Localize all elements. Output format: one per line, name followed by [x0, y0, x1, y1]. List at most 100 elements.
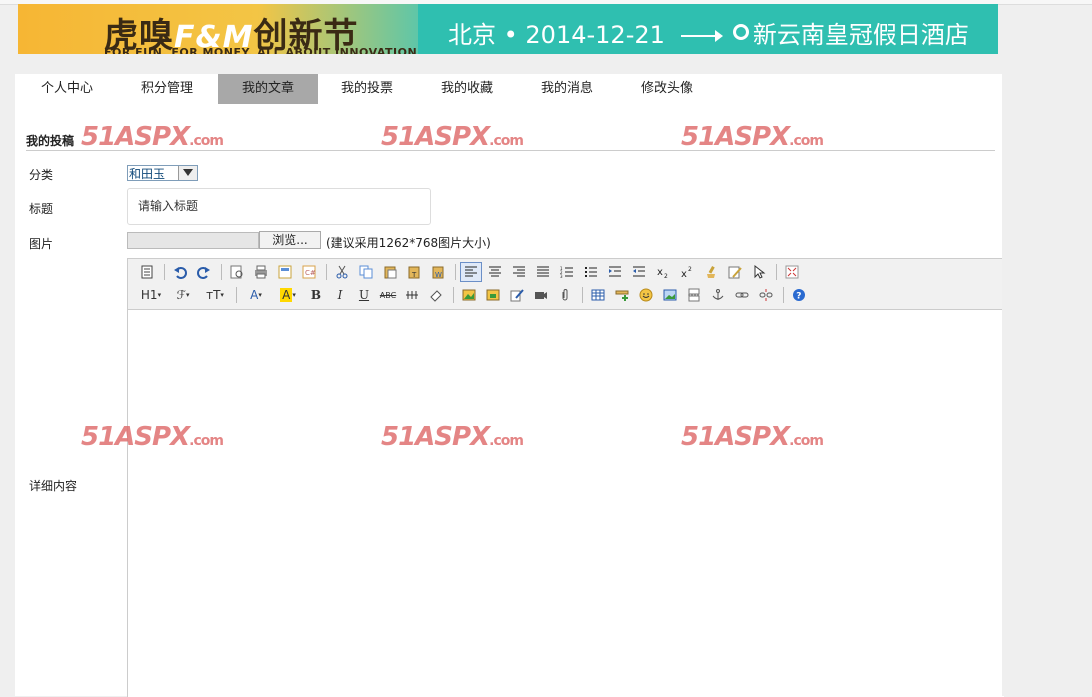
paste-word-icon[interactable]: W	[427, 262, 449, 282]
banner-city-date: 北京 • 2014-12-21	[448, 21, 665, 49]
select-all-icon[interactable]	[748, 262, 770, 282]
insert-row-icon[interactable]	[611, 285, 633, 305]
help-icon[interactable]: ?	[788, 285, 810, 305]
justify-icon[interactable]	[532, 262, 554, 282]
eraser-icon[interactable]	[425, 285, 447, 305]
image-label: 图片	[29, 237, 54, 251]
watermark-logo: 51ASPX.com	[381, 422, 524, 452]
align-left-icon[interactable]	[460, 262, 482, 282]
watermark-text: 51ASPX	[381, 122, 490, 152]
align-right-icon[interactable]	[508, 262, 530, 282]
scrawl-icon[interactable]	[506, 285, 528, 305]
insert-table-row-icon[interactable]	[482, 285, 504, 305]
font-family-label: ℱ	[176, 288, 186, 302]
horizontal-rule-icon[interactable]	[401, 285, 423, 305]
clear-format-icon[interactable]	[700, 262, 722, 282]
watermark-logo: 51ASPX.com	[81, 122, 224, 152]
watermark-text: 51ASPX	[381, 422, 490, 452]
caret-down-icon: ▾	[220, 291, 224, 299]
emotion-icon[interactable]	[635, 285, 657, 305]
source-icon[interactable]	[136, 262, 158, 282]
print-icon[interactable]	[250, 262, 272, 282]
attachment-icon[interactable]	[554, 285, 576, 305]
subscript-icon[interactable]: x2	[652, 262, 674, 282]
paste-text-icon[interactable]: T	[403, 262, 425, 282]
insert-video-icon[interactable]	[530, 285, 552, 305]
caret-down-icon: ▾	[157, 291, 162, 299]
banner-venue: 新云南皇冠假日酒店	[752, 21, 969, 49]
font-family-dropdown[interactable]: ℱ ▾	[168, 285, 198, 305]
chevron-down-icon[interactable]	[178, 166, 197, 180]
bold-button[interactable]: B	[305, 285, 327, 305]
svg-text:?: ?	[796, 292, 801, 302]
template-icon[interactable]	[274, 262, 296, 282]
font-size-dropdown[interactable]: тT ▾	[200, 285, 230, 305]
font-color-button[interactable]: A ▾	[241, 285, 271, 305]
fullscreen-icon[interactable]	[781, 262, 803, 282]
browse-button[interactable]: 浏览...	[259, 231, 321, 249]
undo-icon[interactable]	[169, 262, 191, 282]
tab-personal-center[interactable]: 个人中心	[17, 74, 117, 104]
underline-button[interactable]: U	[353, 285, 375, 305]
editor-body[interactable]	[128, 310, 1003, 697]
italic-button[interactable]: I	[329, 285, 351, 305]
cut-icon[interactable]	[331, 262, 353, 282]
insert-picture-icon[interactable]	[659, 285, 681, 305]
toolbar-separator	[236, 287, 237, 303]
indent-icon[interactable]	[604, 262, 626, 282]
caret-down-icon: ▾	[258, 291, 262, 299]
anchor-icon[interactable]	[707, 285, 729, 305]
ordered-list-icon[interactable]: 123	[556, 262, 578, 282]
svg-text:T: T	[411, 271, 417, 279]
outdent-icon[interactable]	[628, 262, 650, 282]
page-break-icon[interactable]	[683, 285, 705, 305]
file-path-field[interactable]	[127, 232, 259, 249]
strikethrough-button[interactable]: ABC	[377, 285, 399, 305]
rich-text-editor[interactable]: C# T W 123 x2 x2 H1 ▾ ℱ ▾ тT ▾ A ▾ A ▾ B…	[127, 258, 1004, 697]
category-select[interactable]: 和田玉	[127, 165, 198, 181]
heading-label: H1	[140, 288, 158, 302]
caret-down-icon: ▾	[185, 291, 190, 299]
font-color-label: A	[250, 288, 259, 302]
toolbar-separator	[783, 287, 784, 303]
toolbar-separator	[164, 264, 165, 280]
tab-my-favorites[interactable]: 我的收藏	[417, 74, 517, 104]
quick-format-icon[interactable]	[724, 262, 746, 282]
paste-icon[interactable]	[379, 262, 401, 282]
title-input[interactable]: 请输入标题	[127, 188, 431, 225]
redo-icon[interactable]	[193, 262, 215, 282]
svg-text:2: 2	[664, 273, 668, 279]
watermark-text: 51ASPX	[81, 422, 190, 452]
toolbar-row-2: H1 ▾ ℱ ▾ тT ▾ A ▾ A ▾ B I U ABC ?	[136, 284, 812, 306]
highlight-color-button[interactable]: A ▾	[273, 285, 303, 305]
insert-image-icon[interactable]	[458, 285, 480, 305]
watermark-logo: 51ASPX.com	[381, 122, 524, 152]
tab-points[interactable]: 积分管理	[117, 74, 217, 104]
banner-info: 北京 • 2014-12-21 新云南皇冠假日酒店	[448, 15, 969, 50]
link-icon[interactable]	[731, 285, 753, 305]
toolbar-separator	[453, 287, 454, 303]
insert-table-icon[interactable]	[587, 285, 609, 305]
unlink-icon[interactable]	[755, 285, 777, 305]
superscript-icon[interactable]: x2	[676, 262, 698, 282]
watermark-text: 51ASPX	[681, 422, 790, 452]
arrow-right-icon	[680, 30, 723, 42]
tab-my-articles[interactable]: 我的文章	[218, 74, 318, 104]
event-banner[interactable]: 虎嗅F&M创新节 FOR FUN. FOR MONEY. ALL ABOUT I…	[18, 4, 998, 54]
font-size-label: тT	[206, 288, 221, 302]
toolbar-separator	[326, 264, 327, 280]
tab-change-avatar[interactable]: 修改头像	[617, 74, 717, 104]
tab-my-messages[interactable]: 我的消息	[517, 74, 617, 104]
unordered-list-icon[interactable]	[580, 262, 602, 282]
preview-icon[interactable]	[226, 262, 248, 282]
align-center-icon[interactable]	[484, 262, 506, 282]
watermark-suffix: .com	[489, 433, 524, 449]
svg-text:2: 2	[688, 266, 692, 273]
code-icon[interactable]: C#	[298, 262, 320, 282]
copy-icon[interactable]	[355, 262, 377, 282]
tab-my-votes[interactable]: 我的投票	[317, 74, 417, 104]
highlight-label: A	[280, 288, 293, 302]
heading-dropdown[interactable]: H1 ▾	[136, 285, 166, 305]
category-selected-value: 和田玉	[129, 167, 166, 181]
toolbar-separator	[582, 287, 583, 303]
